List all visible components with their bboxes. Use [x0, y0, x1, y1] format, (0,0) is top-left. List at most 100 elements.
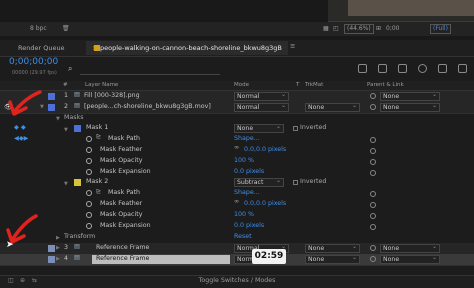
footage-icon: ▤: [74, 102, 80, 109]
mask-mode-dropdown[interactable]: Subtract: [234, 177, 284, 187]
trash-icon[interactable]: 🗑: [62, 25, 70, 32]
property-label: Mask Feather: [100, 146, 143, 153]
mask-mode-dropdown[interactable]: None: [234, 123, 284, 133]
graph-editor-icon[interactable]: [438, 64, 447, 73]
keyframe-nav-icon[interactable]: ◀◆▶: [14, 135, 29, 142]
composition-color-badge: [94, 45, 100, 51]
transform-reset-link[interactable]: Reset: [234, 233, 252, 240]
mask-color-swatch[interactable]: [74, 125, 81, 132]
expand-triangle-icon[interactable]: ▼: [64, 181, 68, 187]
comp-mini-flowchart-icon[interactable]: [358, 64, 367, 73]
parent-dropdown[interactable]: None: [380, 91, 440, 101]
masks-group-label[interactable]: Masks: [64, 114, 84, 121]
pick-whip-icon[interactable]: [370, 159, 376, 165]
layer-name[interactable]: [people...ch-shoreline_bkwu8g3gB.mov]: [84, 103, 211, 110]
inverted-checkbox[interactable]: [293, 180, 298, 185]
expand-triangle-icon[interactable]: ▼: [64, 127, 68, 133]
mask-opacity-value[interactable]: 100 %: [234, 211, 254, 218]
layer-row-selected[interactable]: ▶ 4 ▤ Reference Frame Norm None None: [0, 254, 474, 266]
pick-whip-icon[interactable]: [370, 202, 376, 208]
expand-triangle-icon[interactable]: ▼: [56, 116, 60, 122]
mask-name[interactable]: Mask 2: [86, 178, 108, 185]
parent-value: None: [383, 256, 400, 263]
parent-dropdown[interactable]: None: [380, 254, 440, 264]
inverted-checkbox[interactable]: [293, 126, 298, 131]
header-mode[interactable]: Mode: [234, 82, 249, 88]
mask-name[interactable]: Mask 1: [86, 124, 108, 131]
motion-blur-icon[interactable]: [418, 64, 427, 73]
zoom-dropdown[interactable]: (44.6%): [344, 24, 374, 34]
pick-whip-icon[interactable]: [370, 170, 376, 176]
header-t: T: [296, 82, 300, 88]
current-timecode[interactable]: 0;00;00;00: [9, 57, 58, 67]
mask-expansion-value[interactable]: 0.0 pixels: [234, 222, 264, 229]
mask-feather-value[interactable]: 0.0,0.0 pixels: [244, 200, 286, 207]
layer-label-color[interactable]: [48, 256, 55, 263]
stopwatch-icon[interactable]: [86, 190, 92, 196]
parent-dropdown[interactable]: None: [380, 102, 440, 112]
panel-menu-icon[interactable]: ≡: [290, 42, 295, 50]
mode-dropdown[interactable]: Normal: [234, 102, 289, 112]
footage-icon: ▤: [74, 91, 80, 98]
draft-3d-icon[interactable]: [378, 64, 387, 73]
mask-feather-value[interactable]: 0.0,0.0 pixels: [244, 146, 286, 153]
toggle-switches-modes[interactable]: Toggle Switches / Modes: [0, 277, 474, 284]
trkmat-value: None: [308, 104, 325, 111]
search-icon[interactable]: ⌕: [68, 64, 72, 74]
search-input[interactable]: [80, 63, 220, 75]
trkmat-value: None: [308, 256, 325, 263]
header-layer-name[interactable]: Layer Name: [85, 82, 118, 88]
expand-triangle-icon[interactable]: ▶: [56, 256, 60, 262]
crop-icon[interactable]: ⊞: [376, 25, 381, 32]
pick-whip-icon[interactable]: [370, 224, 376, 230]
mask-path-value[interactable]: Shape...: [234, 135, 260, 142]
layer-name[interactable]: Reference Frame: [96, 255, 149, 262]
pick-whip-icon[interactable]: [370, 245, 376, 251]
mask-color-swatch[interactable]: [74, 179, 81, 186]
transform-group-label[interactable]: Transform: [64, 233, 95, 240]
frame-readout: 00000 (29.97 fps): [12, 70, 57, 76]
mask-mode-value: Subtract: [237, 179, 264, 186]
expand-triangle-icon[interactable]: ▶: [56, 235, 60, 241]
trkmat-dropdown[interactable]: None: [305, 102, 360, 112]
shy-layers-icon[interactable]: [398, 64, 407, 73]
mask-opacity-value[interactable]: 100 %: [234, 157, 254, 164]
pick-whip-icon[interactable]: [370, 93, 376, 99]
grid-icon[interactable]: ▦: [323, 25, 329, 32]
stopwatch-icon[interactable]: [86, 147, 92, 153]
mask-expansion-value[interactable]: 0.0 pixels: [234, 168, 264, 175]
tab-composition[interactable]: people-walking-on-cannon-beach-shoreline…: [86, 41, 288, 55]
expand-triangle-icon[interactable]: ▶: [56, 245, 60, 251]
pick-whip-icon[interactable]: [370, 104, 376, 110]
pick-whip-icon[interactable]: [370, 213, 376, 219]
pick-whip-icon[interactable]: [370, 256, 376, 262]
layer-name[interactable]: Fill [000-328].png: [84, 92, 140, 99]
property-label: Mask Path: [108, 189, 141, 196]
stopwatch-icon[interactable]: [86, 223, 92, 229]
trkmat-dropdown[interactable]: None: [305, 243, 360, 253]
mouse-cursor-icon: ➤: [6, 240, 14, 250]
tab-render-queue[interactable]: Render Queue: [18, 44, 65, 52]
header-trkmat[interactable]: TrkMat: [305, 82, 323, 88]
pick-whip-icon[interactable]: [370, 191, 376, 197]
link-icon[interactable]: ∞: [234, 198, 239, 205]
stopwatch-icon[interactable]: [86, 136, 92, 142]
pick-whip-icon[interactable]: [370, 137, 376, 143]
mask-path-value[interactable]: Shape...: [234, 189, 260, 196]
mode-dropdown[interactable]: Normal: [234, 91, 289, 101]
parent-dropdown[interactable]: None: [380, 243, 440, 253]
trkmat-dropdown[interactable]: None: [305, 254, 360, 264]
layer-row[interactable]: 👁 ▼ 2 ▤ [people...ch-shoreline_bkwu8g3gB…: [0, 102, 474, 114]
layer-name[interactable]: Reference Frame: [96, 244, 149, 251]
header-parent[interactable]: Parent & Link: [367, 82, 404, 88]
stopwatch-icon[interactable]: [86, 158, 92, 164]
stopwatch-icon[interactable]: [86, 212, 92, 218]
resolution-dropdown[interactable]: (Full): [430, 24, 451, 34]
stopwatch-icon[interactable]: [86, 169, 92, 175]
stopwatch-icon[interactable]: [86, 201, 92, 207]
frame-blending-icon[interactable]: [458, 64, 467, 73]
bpc-label[interactable]: 8 bpc: [30, 25, 47, 32]
link-icon[interactable]: ∞: [234, 144, 239, 151]
pick-whip-icon[interactable]: [370, 148, 376, 154]
snapshot-icon[interactable]: ◰: [333, 25, 339, 32]
